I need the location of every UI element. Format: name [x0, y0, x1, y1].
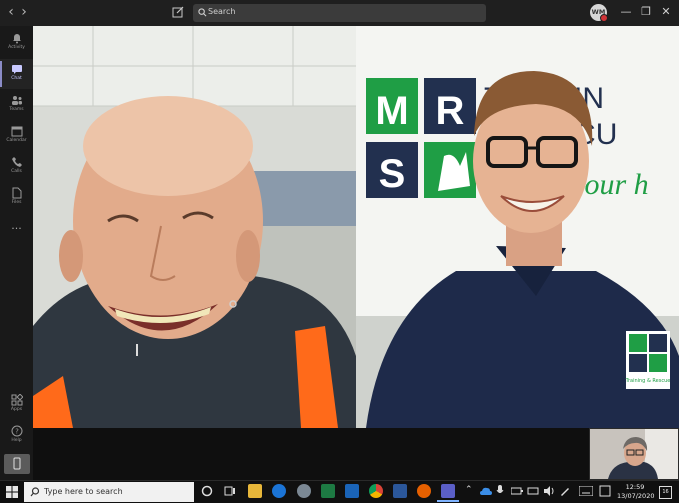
- pen-icon[interactable]: [559, 485, 571, 497]
- excel-icon[interactable]: [321, 484, 335, 498]
- calendar-icon: [11, 126, 22, 137]
- logo-letter-s: S: [379, 152, 406, 196]
- chat-icon: [11, 65, 22, 74]
- participant-video-left[interactable]: [33, 26, 356, 428]
- system-clock[interactable]: 12:59 13/07/2020: [617, 483, 655, 501]
- clock-date: 13/07/2020: [617, 492, 655, 500]
- presence-busy-icon: [600, 14, 608, 22]
- keyboard-icon[interactable]: [579, 486, 593, 496]
- notification-count: 16: [662, 489, 669, 495]
- language-icon[interactable]: [599, 485, 611, 497]
- minimize-button[interactable]: —: [617, 3, 635, 21]
- phone-device-icon: [13, 457, 21, 470]
- svg-text:?: ?: [15, 428, 19, 436]
- forward-arrow-icon[interactable]: ›: [17, 4, 31, 20]
- close-button[interactable]: ✕: [657, 3, 675, 21]
- firefox-icon[interactable]: [417, 484, 431, 498]
- back-arrow-icon[interactable]: ‹: [4, 4, 18, 20]
- teams-icon: [11, 96, 22, 105]
- search-icon: [198, 8, 207, 17]
- bell-icon: [12, 34, 21, 44]
- more-apps-icon[interactable]: ···: [0, 222, 33, 235]
- compose-icon[interactable]: [172, 6, 184, 18]
- tray-overflow-icon[interactable]: ⌃: [465, 485, 473, 495]
- rail-label: Teams: [9, 107, 24, 112]
- rail-item-teams[interactable]: Teams: [0, 90, 33, 120]
- notification-center-icon[interactable]: 16: [659, 486, 672, 499]
- rail-label: Calendar: [6, 138, 27, 143]
- rail-item-apps[interactable]: Apps: [0, 390, 33, 420]
- rail-item-files[interactable]: Files: [0, 183, 33, 213]
- taskbar-search-input[interactable]: Type here to search: [24, 482, 194, 502]
- chrome-icon[interactable]: [369, 484, 383, 498]
- cortana-icon[interactable]: [201, 485, 213, 497]
- meeting-stage: M R S TRAININ & RESCU Saving your h Trai…: [33, 26, 679, 480]
- teams-taskbar-icon[interactable]: [441, 484, 455, 498]
- microphone-icon[interactable]: [496, 485, 504, 497]
- self-view-video[interactable]: [589, 428, 679, 480]
- mobile-device-button[interactable]: [4, 454, 30, 474]
- word-icon[interactable]: [393, 484, 407, 498]
- rail-label: Calls: [11, 169, 22, 174]
- participant-video-feed: M R S TRAININ & RESCU Saving your h Trai…: [356, 26, 679, 428]
- rail-item-help[interactable]: ? Help: [0, 421, 33, 451]
- phone-icon: [11, 157, 22, 167]
- rail-item-chat[interactable]: Chat: [0, 59, 33, 89]
- logo-letter-m: M: [375, 89, 408, 133]
- title-bar: ‹ › Search WM — ❐ ✕: [0, 0, 679, 26]
- search-icon: [30, 487, 40, 497]
- user-avatar[interactable]: WM: [590, 4, 608, 22]
- file-explorer-icon[interactable]: [248, 484, 262, 498]
- rail-item-calls[interactable]: Calls: [0, 152, 33, 182]
- network-icon[interactable]: [527, 485, 539, 497]
- logo-letter-r: R: [436, 89, 465, 133]
- taskbar-search-placeholder: Type here to search: [44, 487, 123, 496]
- settings-app-icon[interactable]: [297, 484, 311, 498]
- rail-label: Apps: [10, 407, 23, 412]
- restore-button[interactable]: ❐: [637, 3, 655, 21]
- windows-taskbar: Type here to search ⌃ 12:59 13/07/2020 1…: [0, 480, 679, 503]
- outlook-icon[interactable]: [345, 484, 359, 498]
- edge-browser-icon[interactable]: [272, 484, 286, 498]
- rail-item-calendar[interactable]: Calendar: [0, 121, 33, 151]
- search-input[interactable]: Search: [193, 4, 486, 22]
- task-view-icon[interactable]: [224, 485, 236, 497]
- rail-label: Chat: [11, 76, 22, 81]
- search-placeholder: Search: [208, 7, 236, 16]
- file-icon: [12, 187, 21, 199]
- windows-start-icon[interactable]: [6, 486, 18, 498]
- rail-item-activity[interactable]: Activity: [0, 28, 33, 58]
- participant-video-right[interactable]: M R S TRAININ & RESCU Saving your h Trai…: [356, 26, 679, 428]
- volume-icon[interactable]: [543, 485, 555, 497]
- apps-icon: [11, 394, 23, 406]
- participant-video-feed: [33, 26, 356, 428]
- rail-label: Activity: [8, 45, 25, 50]
- rail-label: Help: [11, 438, 22, 443]
- clock-time: 12:59: [625, 483, 645, 491]
- help-icon: ?: [11, 425, 22, 437]
- shirt-badge-caption: Training & Rescue: [625, 378, 671, 384]
- self-view-feed: [590, 429, 678, 479]
- battery-icon[interactable]: [511, 486, 523, 496]
- onedrive-icon[interactable]: [480, 487, 492, 495]
- app-rail: Activity Chat Teams Calendar Calls Files…: [0, 26, 33, 480]
- rail-label: Files: [11, 200, 22, 205]
